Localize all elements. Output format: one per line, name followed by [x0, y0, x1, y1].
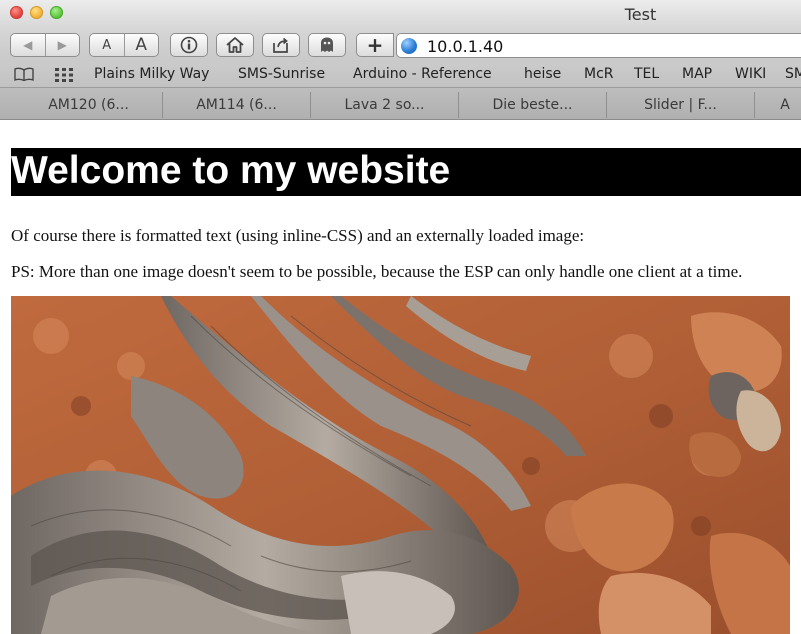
grid-icon [55, 68, 73, 82]
home-icon [226, 37, 244, 53]
bookmark-item[interactable]: Arduino - Reference [353, 66, 492, 82]
heading-banner: Welcome to my website [11, 148, 801, 196]
font-size-control: A A [89, 33, 159, 57]
font-large-label: A [135, 35, 148, 55]
increase-font-button[interactable]: A [125, 35, 159, 55]
back-button[interactable]: ◀ [11, 38, 45, 52]
window-title: Test [624, 5, 657, 24]
tab[interactable]: A [755, 92, 801, 118]
home-button[interactable] [216, 33, 254, 57]
book-icon [14, 67, 34, 82]
bookmark-item[interactable]: WIKI [735, 66, 766, 82]
page-content: Welcome to my website Of course there is… [0, 120, 801, 634]
top-sites-button[interactable] [55, 68, 73, 86]
photo-illustration [11, 296, 790, 634]
plus-icon: + [366, 33, 384, 57]
bookmark-item[interactable]: Plains Milky Way [94, 66, 209, 82]
font-small-label: A [102, 37, 112, 53]
browser-toolbar: ◀ ▶ A A + 10.0.1.40 [0, 30, 801, 62]
add-bookmark-button[interactable]: + [356, 33, 394, 57]
tab[interactable]: Lava 2 so... [311, 92, 459, 118]
note-paragraph: PS: More than one image doesn't seem to … [11, 262, 743, 281]
tab-bar: AM120 (6... AM114 (6... Lava 2 so... Die… [0, 88, 801, 120]
window-titlebar: Test [0, 0, 801, 30]
rock-and-wood-photo [11, 296, 790, 634]
bookmarks-bar: Plains Milky Way SMS-Sunrise Arduino - R… [0, 62, 801, 88]
tab[interactable]: AM114 (6... [163, 92, 311, 118]
address-bar[interactable]: 10.0.1.40 [396, 33, 801, 58]
decrease-font-button[interactable]: A [90, 38, 124, 53]
tab[interactable]: Die beste... [459, 92, 607, 118]
bookmark-item[interactable]: heise [524, 66, 561, 82]
info-icon [180, 36, 198, 54]
reader-button[interactable] [170, 33, 208, 57]
intro-paragraph: Of course there is formatted text (using… [11, 226, 585, 245]
bookmark-item[interactable]: McR [584, 66, 614, 82]
bookmark-item[interactable]: SMS-Sunrise [238, 66, 325, 82]
share-icon [273, 37, 288, 53]
forward-icon: ▶ [57, 38, 67, 52]
url-text: 10.0.1.40 [427, 37, 504, 56]
forward-button[interactable]: ▶ [46, 38, 80, 52]
ghost-icon [321, 37, 333, 52]
globe-icon [401, 38, 417, 54]
page-heading: Welcome to my website [11, 149, 451, 192]
tab[interactable]: Slider | F... [607, 92, 755, 118]
reading-list-button[interactable] [14, 67, 34, 85]
ghostery-extension-button[interactable] [308, 33, 346, 57]
bookmark-item[interactable]: MAP [682, 66, 712, 82]
share-button[interactable] [262, 33, 300, 57]
tab[interactable]: AM120 (6... [15, 92, 163, 118]
bookmark-item[interactable]: TEL [634, 66, 659, 82]
back-icon: ◀ [23, 38, 33, 52]
bookmark-item[interactable]: SM [785, 66, 801, 82]
back-forward-control: ◀ ▶ [10, 33, 80, 57]
